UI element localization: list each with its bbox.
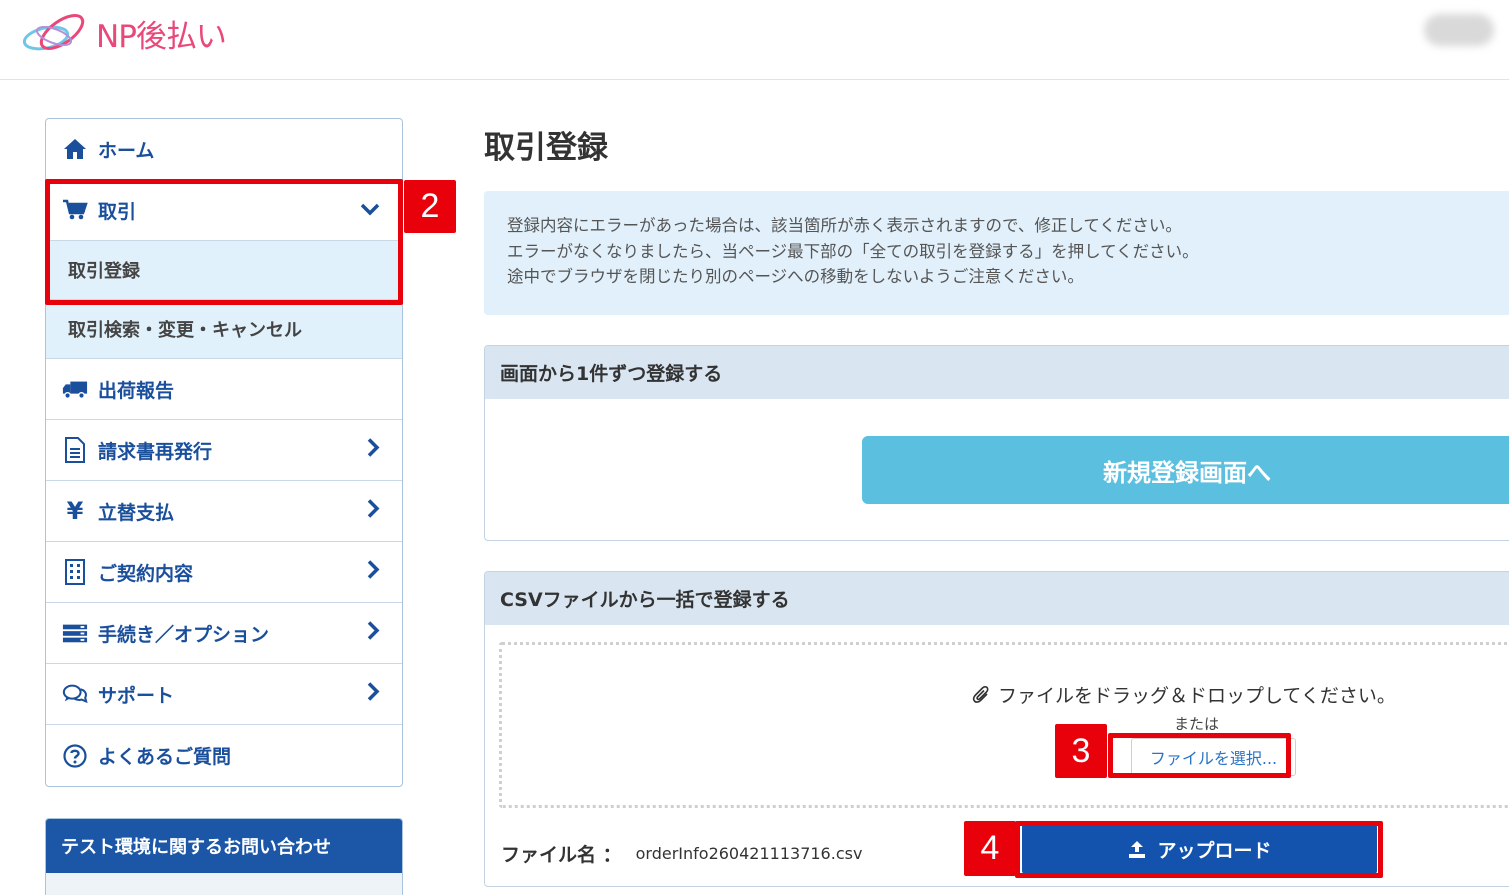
- sidebar-item-payment[interactable]: ¥ 立替支払: [46, 481, 402, 542]
- sidebar-item-procedures[interactable]: 手続き／オプション: [46, 603, 402, 664]
- question-icon: [62, 743, 88, 769]
- document-icon: [62, 437, 88, 463]
- sidebar-item-label: よくあるご質問: [98, 746, 232, 768]
- filename-row: ファイル名 ： orderInfo260421113716.csv: [501, 840, 862, 867]
- chevron-right-icon: [366, 560, 380, 585]
- sidebar-item-label: 立替支払: [98, 501, 175, 524]
- sidebar-item-label: 手続き／オプション: [98, 623, 270, 646]
- chevron-right-icon: [366, 438, 380, 463]
- user-account-blurred[interactable]: [1424, 14, 1494, 46]
- truck-icon: [62, 376, 88, 402]
- sidebar-item-support[interactable]: サポート: [46, 664, 402, 725]
- sidebar-subitem-label: 取引登録: [68, 261, 140, 282]
- sidebar-item-label: 取引: [98, 200, 137, 223]
- chevron-right-icon: [366, 682, 380, 707]
- paperclip-icon: [972, 685, 992, 705]
- alert-line: 登録内容にエラーがあった場合は、該当箇所が赤く表示されますので、修正してください…: [507, 216, 1182, 235]
- sidebar-item-home[interactable]: ホーム: [46, 119, 402, 180]
- logo-swirl-icon: [22, 14, 85, 51]
- dropzone-label: ファイルをドラッグ＆ドロップしてください。: [998, 685, 1396, 707]
- sidebar-subitem-label: 取引検索・変更・キャンセル: [68, 320, 302, 341]
- panel-title: 画面から1件ずつ登録する: [485, 346, 1509, 399]
- sidebar-item-label: 請求書再発行: [98, 440, 213, 463]
- cart-icon: [62, 197, 88, 223]
- contact-body: [46, 873, 402, 895]
- contact-panel: テスト環境に関するお問い合わせ: [45, 818, 403, 895]
- filename-value: orderInfo260421113716.csv: [635, 844, 863, 863]
- yen-icon: ¥: [66, 497, 84, 525]
- upload-button[interactable]: アップロード: [1022, 824, 1377, 874]
- select-file-button[interactable]: ファイルを選択...: [1131, 738, 1296, 776]
- dropzone-text: ファイルをドラッグ＆ドロップしてください。: [972, 681, 1396, 708]
- chevron-down-icon: [360, 199, 380, 221]
- upload-icon: [1127, 839, 1147, 859]
- chevron-right-icon: [366, 621, 380, 646]
- sidebar-item-label: ホーム: [98, 139, 155, 162]
- top-header: NP後払い: [0, 0, 1509, 80]
- sidebar-item-contract[interactable]: ご契約内容: [46, 542, 402, 603]
- logo-text: NP後払い: [96, 18, 227, 55]
- sidebar-item-faq[interactable]: よくあるご質問: [46, 725, 402, 786]
- step-badge-2: 2: [404, 180, 456, 233]
- page-title: 取引登録: [484, 130, 608, 166]
- sidebar: ホーム 取引 取引登録 取引検索・変更・キャンセル 出荷報告 請求書再発行 ¥ …: [45, 118, 403, 895]
- sidebar-nav: ホーム 取引 取引登録 取引検索・変更・キャンセル 出荷報告 請求書再発行 ¥ …: [45, 118, 403, 787]
- sidebar-item-label: 出荷報告: [98, 379, 175, 402]
- step-badge-3: 3: [1055, 724, 1107, 778]
- or-text: または: [1174, 715, 1220, 733]
- file-dropzone[interactable]: ファイルをドラッグ＆ドロップしてください。 または ファイルを選択...: [499, 642, 1509, 808]
- chevron-right-icon: [366, 499, 380, 524]
- sidebar-item-label: ご契約内容: [98, 562, 194, 585]
- np-logo[interactable]: NP後払い: [20, 8, 227, 58]
- info-alert: 登録内容にエラーがあった場合は、該当箇所が赤く表示されますので、修正してください…: [484, 191, 1509, 315]
- sidebar-item-shipping[interactable]: 出荷報告: [46, 359, 402, 420]
- alert-line: 途中でブラウザを閉じたり別のページへの移動をしないようご注意ください。: [507, 267, 1084, 286]
- sidebar-item-label: サポート: [98, 684, 175, 707]
- server-icon: [62, 620, 88, 646]
- alert-line: エラーがなくなりましたら、当ページ最下部の「全ての取引を登録する」を押してくださ…: [507, 241, 1199, 261]
- home-icon: [62, 136, 88, 162]
- filename-label: ファイル名 ：: [501, 844, 622, 866]
- panel-title: CSVファイルから一括で登録する: [485, 572, 1509, 625]
- sidebar-subitem-search[interactable]: 取引検索・変更・キャンセル: [46, 300, 402, 359]
- chat-icon: [62, 681, 88, 707]
- new-register-button[interactable]: 新規登録画面へ: [862, 436, 1509, 504]
- building-icon: [62, 559, 88, 585]
- sidebar-subitem-register[interactable]: 取引登録: [46, 241, 402, 300]
- sidebar-item-transactions[interactable]: 取引: [46, 180, 402, 241]
- sidebar-item-invoice-reissue[interactable]: 請求書再発行: [46, 420, 402, 481]
- contact-title: テスト環境に関するお問い合わせ: [46, 819, 402, 873]
- upload-button-label: アップロード: [1157, 839, 1272, 862]
- single-register-panel: 画面から1件ずつ登録する 新規登録画面へ: [484, 345, 1509, 541]
- step-badge-4: 4: [964, 821, 1016, 876]
